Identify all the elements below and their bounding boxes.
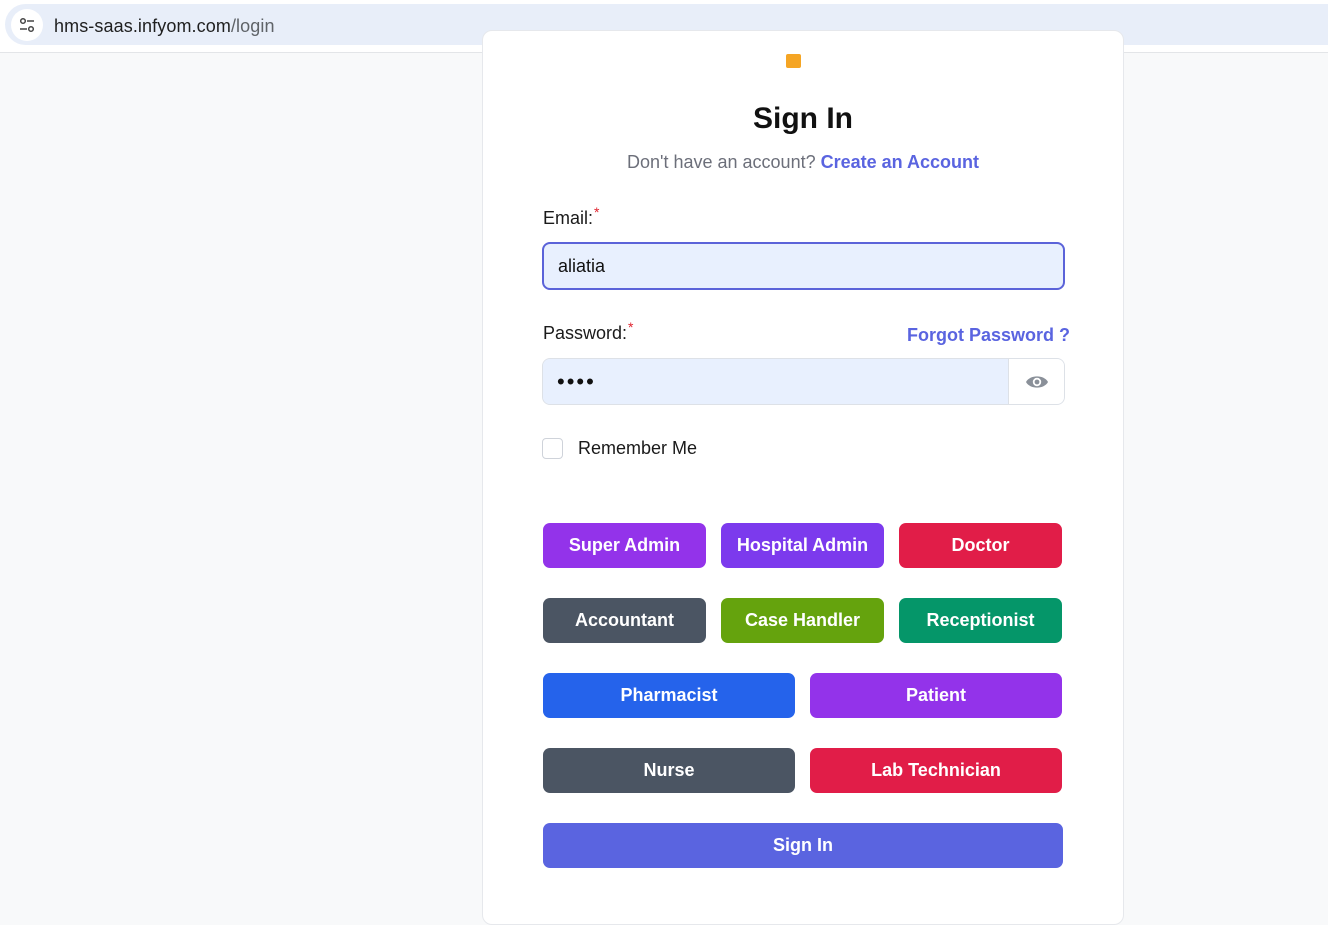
pharmacist-button[interactable]: Pharmacist bbox=[543, 673, 795, 718]
case-handler-button[interactable]: Case Handler bbox=[721, 598, 884, 643]
nurse-button[interactable]: Nurse bbox=[543, 748, 795, 793]
show-password-button[interactable] bbox=[1008, 359, 1064, 404]
super-admin-button[interactable]: Super Admin bbox=[543, 523, 706, 568]
password-label-text: Password: bbox=[543, 323, 628, 343]
lab-technician-button[interactable]: Lab Technician bbox=[810, 748, 1062, 793]
url-text[interactable]: hms-saas.infyom.com/login bbox=[54, 16, 275, 37]
password-group bbox=[542, 358, 1065, 405]
required-marker: * bbox=[594, 204, 600, 220]
forgot-password-link[interactable]: Forgot Password ? bbox=[907, 325, 1070, 346]
remember-me-checkbox[interactable] bbox=[542, 438, 563, 459]
no-account-text: Don't have an account? bbox=[627, 152, 816, 172]
password-field[interactable] bbox=[543, 359, 1008, 404]
doctor-button[interactable]: Doctor bbox=[899, 523, 1062, 568]
login-card: Sign In Don't have an account? Create an… bbox=[482, 30, 1124, 925]
sign-in-button[interactable]: Sign In bbox=[543, 823, 1063, 868]
password-label: Password:* bbox=[543, 319, 634, 344]
url-host: hms-saas.infyom.com bbox=[54, 16, 231, 36]
page-title: Sign In bbox=[753, 102, 853, 135]
patient-button[interactable]: Patient bbox=[810, 673, 1062, 718]
signup-prompt: Don't have an account? Create an Account bbox=[483, 152, 1123, 173]
email-label: Email:* bbox=[543, 204, 599, 229]
tune-icon bbox=[19, 17, 35, 33]
site-info-button[interactable] bbox=[11, 9, 43, 41]
create-account-link[interactable]: Create an Account bbox=[821, 152, 979, 172]
remember-me-label[interactable]: Remember Me bbox=[578, 438, 697, 459]
required-marker: * bbox=[628, 319, 634, 335]
email-field[interactable] bbox=[542, 242, 1065, 290]
email-label-text: Email: bbox=[543, 208, 594, 228]
logo bbox=[786, 54, 801, 68]
accountant-button[interactable]: Accountant bbox=[543, 598, 706, 643]
receptionist-button[interactable]: Receptionist bbox=[899, 598, 1062, 643]
url-path: /login bbox=[230, 16, 275, 36]
eye-icon bbox=[1026, 376, 1048, 388]
hospital-admin-button[interactable]: Hospital Admin bbox=[721, 523, 884, 568]
